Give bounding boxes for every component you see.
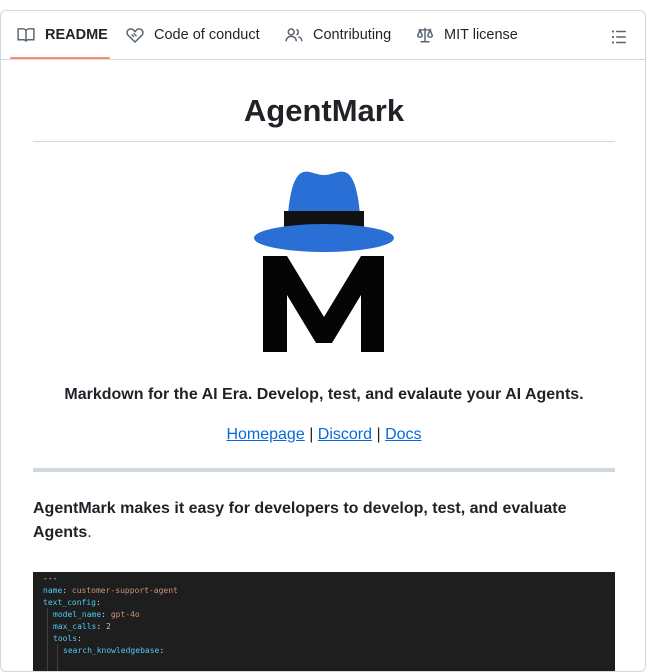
homepage-link[interactable]: Homepage bbox=[226, 426, 304, 443]
indent-guide bbox=[57, 644, 58, 671]
code-line: name: customer-support-agent bbox=[43, 586, 178, 595]
heart-handshake-icon bbox=[126, 26, 144, 44]
link-separator: | bbox=[376, 426, 381, 443]
title-divider bbox=[33, 141, 615, 142]
link-separator: | bbox=[309, 426, 314, 443]
tab-mit-license[interactable]: MIT license bbox=[416, 11, 518, 59]
code-line: --- bbox=[43, 574, 58, 583]
intro-bold-text: AgentMark makes it easy for developers t… bbox=[33, 500, 567, 541]
list-icon bbox=[607, 30, 631, 53]
tab-mit-license-label: MIT license bbox=[444, 27, 518, 43]
tab-readme[interactable]: README bbox=[17, 11, 108, 59]
outline-button[interactable] bbox=[607, 25, 631, 49]
section-divider bbox=[33, 468, 615, 472]
code-line: tools: bbox=[53, 634, 82, 643]
readme-tab-bar: README Code of conduct Contributing MIT … bbox=[1, 11, 645, 60]
readme-title: AgentMark bbox=[243, 93, 405, 128]
tab-readme-label: README bbox=[45, 27, 108, 43]
tab-contributing-label: Contributing bbox=[313, 27, 392, 43]
indent-guide bbox=[47, 608, 48, 671]
code-screenshot: --- name: customer-support-agent text_co… bbox=[33, 572, 615, 671]
tab-code-of-conduct-label: Code of conduct bbox=[154, 27, 260, 43]
book-icon bbox=[17, 26, 35, 44]
intro-tail: . bbox=[87, 524, 92, 541]
readme-tagline: Markdown for the AI Era. Develop, test, … bbox=[64, 386, 584, 403]
people-icon bbox=[285, 26, 303, 44]
discord-link[interactable]: Discord bbox=[318, 426, 372, 443]
active-tab-underline bbox=[10, 57, 110, 59]
code-line: max_calls: 2 bbox=[53, 622, 111, 631]
tab-code-of-conduct[interactable]: Code of conduct bbox=[126, 11, 260, 59]
tab-contributing[interactable]: Contributing bbox=[285, 11, 391, 59]
hat-m-logo bbox=[253, 167, 395, 352]
scale-icon bbox=[416, 26, 434, 44]
code-line: model_name: gpt-4o bbox=[53, 610, 140, 619]
readme-panel: README Code of conduct Contributing MIT … bbox=[0, 10, 646, 672]
readme-links: Homepage | Discord | Docs bbox=[33, 424, 615, 446]
docs-link[interactable]: Docs bbox=[385, 426, 421, 443]
code-line: text_config: bbox=[43, 598, 101, 607]
readme-intro: AgentMark makes it easy for developers t… bbox=[33, 497, 615, 545]
code-line: search_knowledgebase: bbox=[63, 646, 165, 655]
